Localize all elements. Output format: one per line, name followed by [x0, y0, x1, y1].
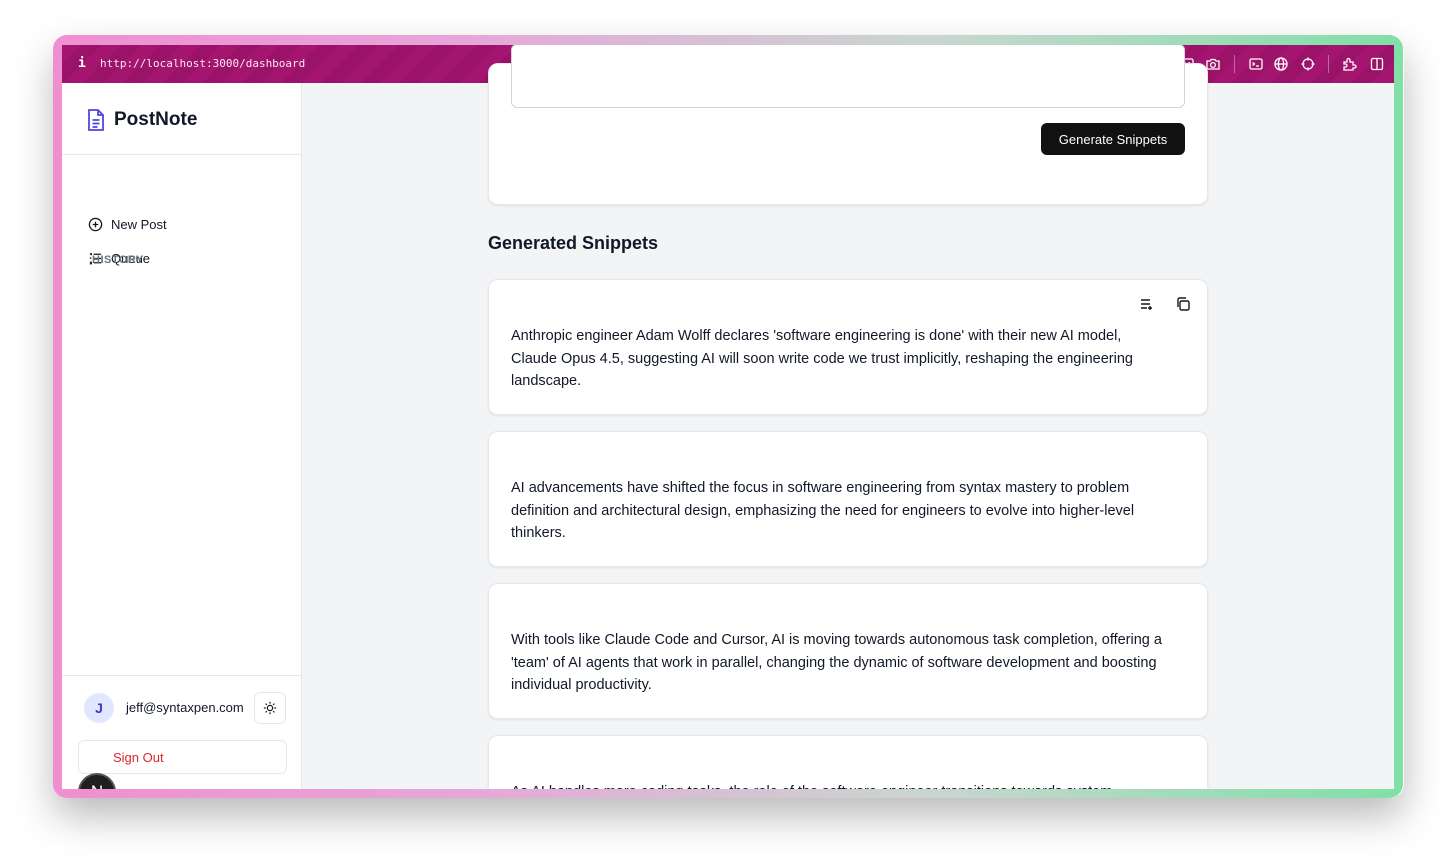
avatar[interactable]: J — [84, 693, 114, 723]
snippet-text: Anthropic engineer Adam Wolff declares '… — [511, 328, 1133, 389]
snippet-card: As AI handles more coding tasks, the rol… — [488, 735, 1208, 789]
generate-snippets-button[interactable]: Generate Snippets — [1041, 123, 1185, 155]
snippet-text: With tools like Claude Code and Cursor, … — [511, 632, 1162, 693]
user-email: jeff@syntaxpen.com — [126, 700, 244, 715]
nav-label: New Post — [111, 217, 167, 232]
sun-icon — [263, 701, 277, 715]
history-heading: HISTORY — [92, 254, 144, 266]
input-card: Generate Snippets — [488, 45, 1208, 205]
snippet-card: Anthropic engineer Adam Wolff declares '… — [488, 279, 1208, 415]
sidebar: PostNote New Post Queue HISTORY J jeff@s… — [62, 83, 302, 789]
snippet-text: AI advancements have shifted the focus i… — [511, 480, 1135, 541]
divider — [62, 154, 301, 155]
theme-toggle-button[interactable] — [254, 692, 286, 724]
toolbar-divider — [1234, 55, 1235, 73]
divider — [62, 675, 301, 676]
document-icon — [88, 109, 104, 131]
snippet-text: As AI handles more coding tasks, the rol… — [511, 781, 1171, 789]
brand[interactable]: PostNote — [86, 105, 197, 135]
sign-out-button[interactable]: Sign Out — [78, 740, 287, 774]
snippet-card: With tools like Claude Code and Cursor, … — [488, 583, 1208, 719]
toolbar-divider — [1328, 55, 1329, 73]
terminal-icon[interactable] — [1248, 56, 1264, 72]
section-title: Generated Snippets — [488, 233, 659, 253]
browser-window: i http://localhost:3000/dashboard PostNo… — [62, 45, 1394, 789]
snippet-actions — [1139, 296, 1191, 312]
sign-out-label: Sign Out — [113, 750, 164, 765]
snippet-card: AI advancements have shifted the focus i… — [488, 431, 1208, 567]
plus-circle-icon — [88, 217, 103, 232]
extension-icon[interactable] — [1341, 56, 1359, 72]
sidebar-panel-icon[interactable] — [1369, 56, 1385, 72]
globe-icon[interactable] — [1273, 56, 1289, 72]
brand-name: PostNote — [114, 109, 198, 130]
url-text[interactable]: http://localhost:3000/dashboard — [100, 57, 305, 70]
info-icon[interactable]: i — [78, 56, 86, 71]
main-content: Generate Snippets Generated Snippets Ant… — [302, 45, 1394, 789]
nav-new-post[interactable]: New Post — [88, 217, 167, 232]
add-to-queue-icon[interactable] — [1139, 296, 1155, 312]
crosshair-icon[interactable] — [1300, 56, 1316, 72]
copy-icon[interactable] — [1175, 296, 1191, 312]
post-textarea[interactable] — [511, 45, 1185, 108]
nextjs-dev-badge[interactable]: N — [80, 775, 114, 789]
